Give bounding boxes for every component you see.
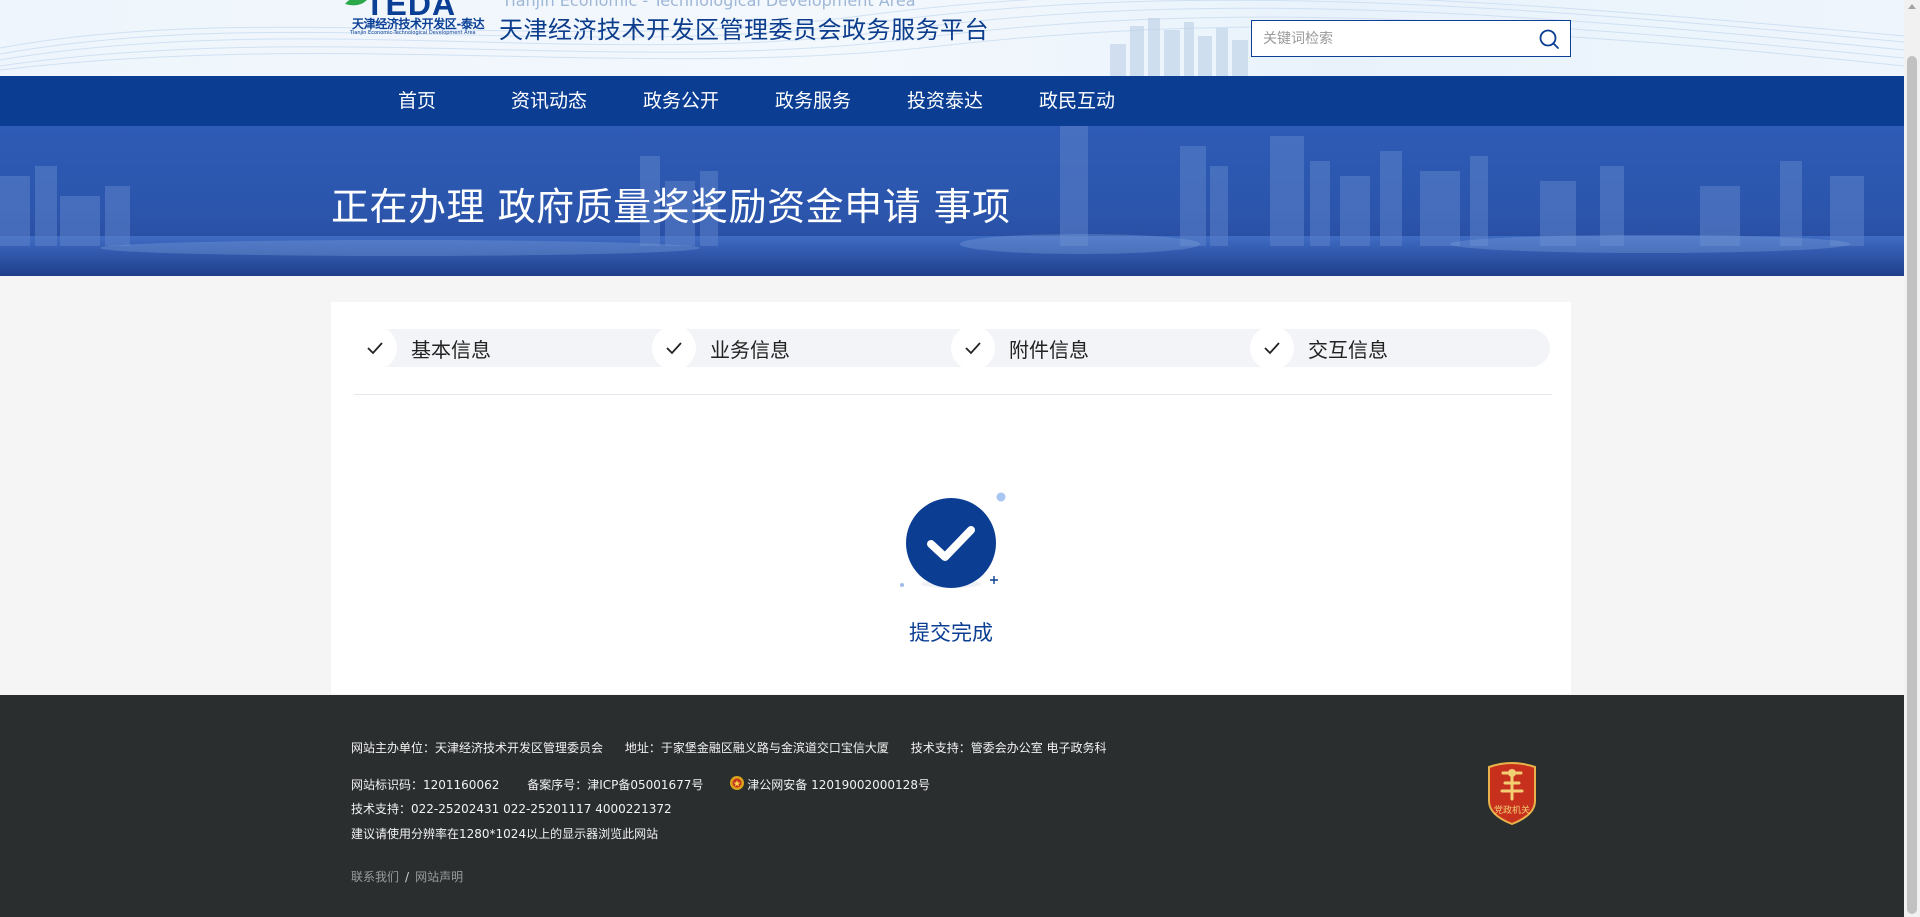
page: TEDA 天津经济技术开发区-泰达 Tianjin Economic-Techn… [0, 0, 1920, 917]
police-badge-icon [730, 776, 745, 790]
vertical-scrollbar[interactable] [1904, 0, 1920, 917]
footer-links: 联系我们 / 网站声明 [351, 868, 463, 885]
success-check-icon [900, 492, 1006, 588]
step-circle [353, 326, 397, 370]
footer-line-1: 网站主办单位：天津经济技术开发区管理委员会 地址：于家堡金融区融义路与金滨道交口… [351, 739, 1125, 756]
check-icon [1264, 342, 1280, 355]
nav-item-government-services[interactable]: 政务服务 [747, 76, 879, 126]
check-icon [367, 342, 383, 355]
card-divider [354, 394, 1552, 395]
site-statement-link[interactable]: 网站声明 [415, 870, 463, 884]
check-icon [965, 342, 981, 355]
search-input[interactable] [1263, 29, 1523, 49]
contact-us-link[interactable]: 联系我们 [351, 870, 399, 884]
application-card: 基本信息 业务信息 附件信息 交互信息 提交完成 [331, 302, 1571, 694]
main-nav: 首页 资讯动态 政务公开 政务服务 投资泰达 政民互动 [0, 76, 1904, 126]
party-government-badge-icon[interactable]: 党政机关 [1485, 761, 1539, 825]
footer-line-2: 网站标识码：1201160062 备案序号：津ICP备05001677号 津公网… [351, 775, 948, 793]
step-label: 附件信息 [1009, 338, 1089, 362]
badge-label: 党政机关 [1494, 804, 1530, 816]
nav-item-interaction[interactable]: 政民互动 [1011, 76, 1143, 126]
footer-tech-phone: 技术支持：022-25202431 022-25201117 400022137… [351, 802, 672, 816]
step-label: 交互信息 [1308, 338, 1388, 362]
nav-item-invest-teda[interactable]: 投资泰达 [879, 76, 1011, 126]
submission-complete-text: 提交完成 [909, 621, 993, 645]
scroll-up-arrow-icon[interactable] [1908, 4, 1916, 9]
step-circle [951, 326, 995, 370]
search-icon[interactable] [1538, 28, 1560, 50]
footer-sponsor: 网站主办单位：天津经济技术开发区管理委员会 [351, 741, 604, 755]
footer-site-id: 网站标识码：1201160062 [351, 778, 500, 792]
step-label: 基本信息 [411, 338, 491, 362]
progress-steps: 基本信息 业务信息 附件信息 交互信息 [353, 326, 1550, 370]
search-box [1251, 20, 1571, 57]
nav-item-government-affairs-open[interactable]: 政务公开 [615, 76, 747, 126]
step-circle [652, 326, 696, 370]
footer-icp[interactable]: 备案序号：津ICP备05001677号 [527, 778, 703, 792]
header-english-subtitle: Tianjin Economic - Technological Develop… [502, 0, 916, 10]
nav-item-news[interactable]: 资讯动态 [483, 76, 615, 126]
page-title: 正在办理 政府质量奖奖励资金申请 事项 [331, 185, 1011, 229]
footer-address: 地址：于家堡金融区融义路与金滨道交口宝信大厦 [624, 741, 889, 755]
nav-item-home[interactable]: 首页 [351, 76, 483, 126]
teda-logo[interactable]: TEDA 天津经济技术开发区-泰达 Tianjin Economic-Techn… [343, 0, 490, 40]
check-icon [666, 342, 682, 355]
step-circle [1250, 326, 1294, 370]
header-skyline-decoration [1110, 18, 1248, 76]
logo-english-name: Tianjin Economic-Technological Developme… [350, 30, 476, 36]
page-banner: 正在办理 政府质量奖奖励资金申请 事项 [0, 126, 1904, 276]
site-title: 天津经济技术开发区管理委员会政务服务平台 [499, 16, 989, 44]
footer-link-separator: / [405, 870, 410, 884]
step-label: 业务信息 [710, 338, 790, 362]
footer-tech-support-org: 技术支持：管委会办公室 电子政务科 [910, 741, 1107, 755]
site-header: TEDA 天津经济技术开发区-泰达 Tianjin Economic-Techn… [0, 0, 1904, 76]
footer-resolution-tip: 建议请使用分辨率在1280*1024以上的显示器浏览此网站 [351, 827, 659, 841]
footer-police-record[interactable]: 津公网安备 12019002000128号 [747, 778, 930, 792]
scrollbar-thumb[interactable] [1907, 56, 1917, 914]
site-footer: 网站主办单位：天津经济技术开发区管理委员会 地址：于家堡金融区融义路与金滨道交口… [0, 695, 1904, 917]
